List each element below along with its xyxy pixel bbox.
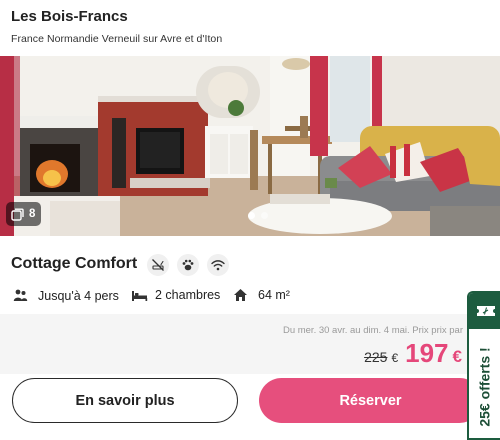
carousel-dot-1[interactable] <box>248 212 255 219</box>
capacity-fact: Jusqu'à 4 pers <box>13 288 119 303</box>
gallery-icon <box>11 208 24 221</box>
new-price: 197 <box>405 338 449 368</box>
listing-header: Les Bois-Francs France Normandie Verneui… <box>0 0 500 56</box>
promo-label: 25€ offerts ! <box>477 347 494 427</box>
learn-more-button[interactable]: En savoir plus <box>12 378 238 423</box>
area-text: 64 m² <box>258 288 290 302</box>
photo-count: 8 <box>29 208 36 220</box>
people-icon <box>13 289 28 301</box>
capacity-text: Jusqu'à 4 pers <box>38 288 119 303</box>
old-price-currency: € <box>391 351 399 365</box>
promo-ribbon[interactable]: 25€ offerts ! <box>467 291 500 440</box>
area-fact: 64 m² <box>233 288 290 302</box>
listing-location: France Normandie Verneuil sur Avre et d'… <box>11 33 223 45</box>
book-button[interactable]: Réserver <box>259 378 482 423</box>
price-line: 225 € 197 € <box>364 340 462 367</box>
cottage-title-row: Cottage Comfort <box>11 255 137 273</box>
carousel-dots <box>248 212 268 219</box>
bedrooms-fact: 2 chambres <box>131 288 220 302</box>
wifi-icon <box>207 254 229 276</box>
cottage-title: Cottage Comfort <box>11 255 138 272</box>
listing-name[interactable]: Les Bois-Francs <box>11 8 128 25</box>
house-icon <box>234 289 247 301</box>
cottage-facts: Jusqu'à 4 pers 2 chambres 64 m² <box>13 288 493 308</box>
price-dates: Du mer. 30 avr. au dim. 4 mai. Prix prix… <box>282 325 463 336</box>
photo-count-badge[interactable]: 8 <box>6 202 42 226</box>
no-smoking-icon <box>147 254 169 276</box>
carousel-dot-2[interactable] <box>261 212 268 219</box>
promo-text-wrap: 25€ offerts ! <box>470 333 500 438</box>
ticket-icon <box>469 293 500 329</box>
new-price-currency: € <box>452 347 462 366</box>
old-price: 225 <box>364 349 388 365</box>
bed-icon <box>132 290 148 301</box>
bedrooms-text: 2 chambres <box>155 288 221 302</box>
living-room-illustration <box>0 56 500 236</box>
pets-icon <box>177 254 199 276</box>
cottage-photo[interactable] <box>0 56 500 236</box>
